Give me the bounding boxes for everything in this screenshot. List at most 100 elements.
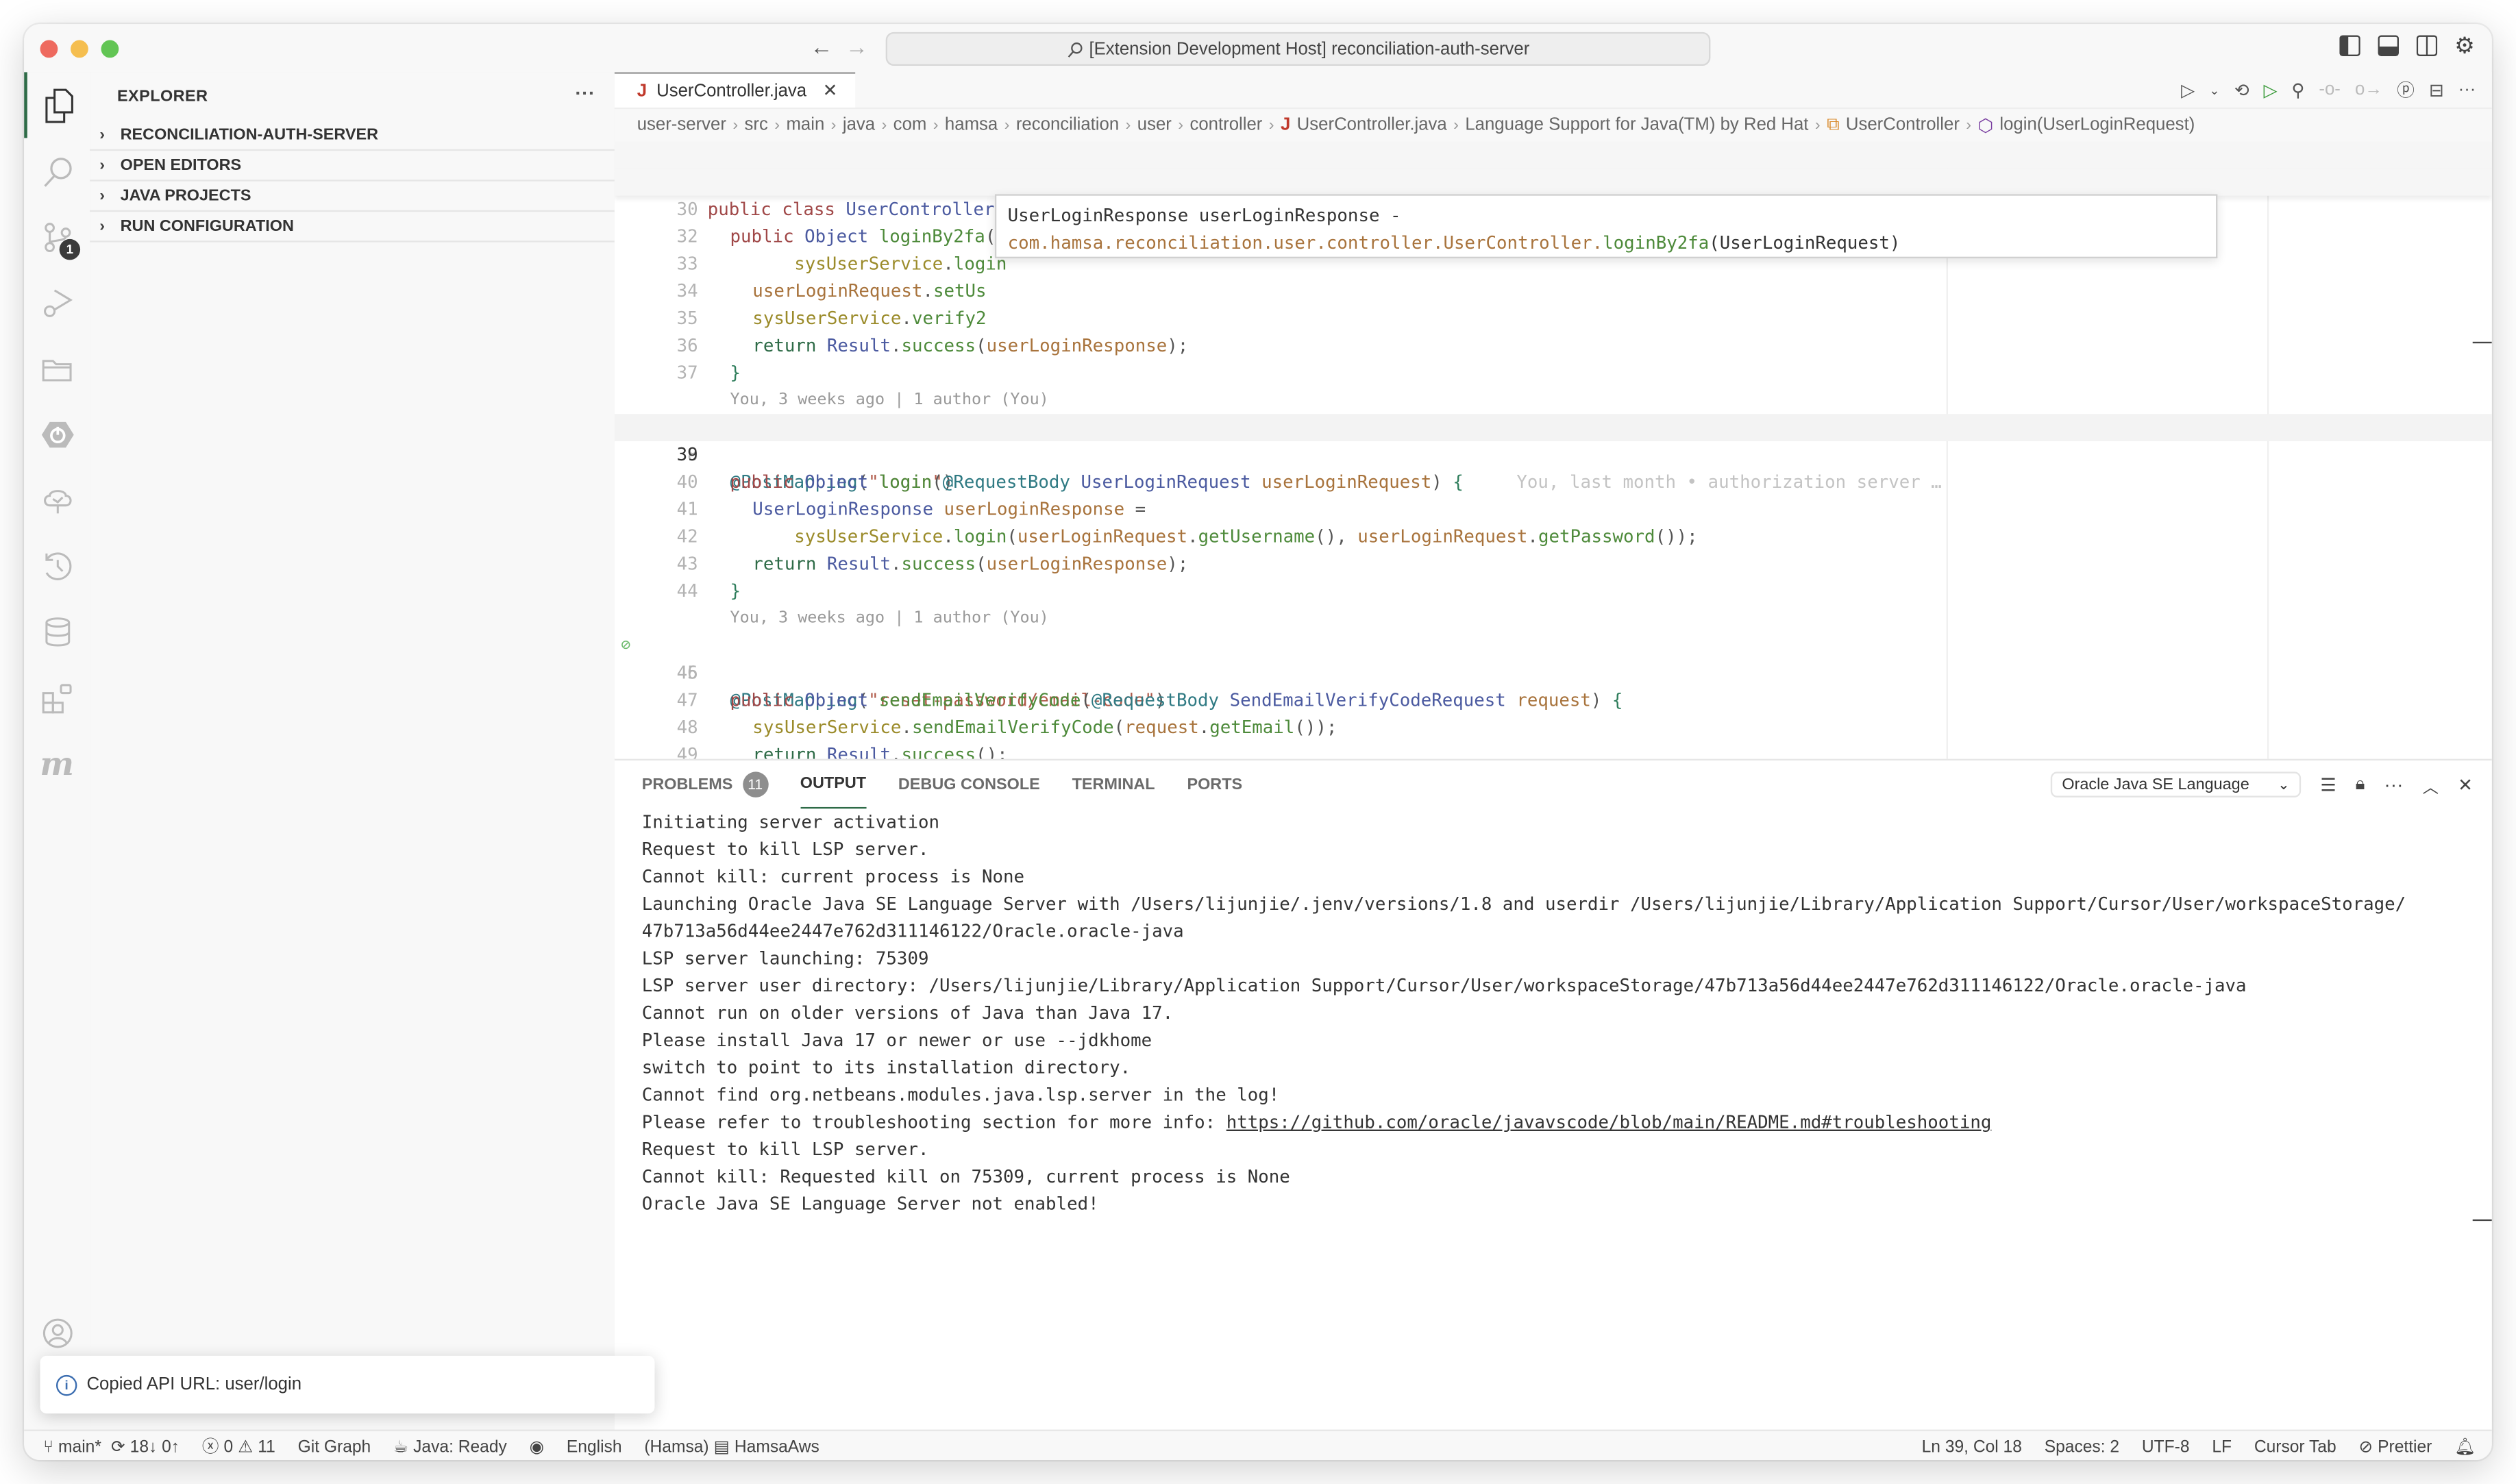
close-panel-icon[interactable]: ✕ (2458, 774, 2473, 795)
tab-problems[interactable]: PROBLEMS 11 (642, 760, 768, 808)
status-problems[interactable]: ⓧ 0 ⚠ 11 (202, 1435, 275, 1459)
toggle-secondary-sidebar-icon[interactable] (2415, 34, 2437, 56)
breadcrumb-item[interactable]: controller (1189, 116, 1262, 135)
breadcrumb-item[interactable]: user (1137, 116, 1172, 135)
activity-folders[interactable] (24, 335, 90, 401)
run-dropdown-chevron-icon[interactable]: ⌄ (2209, 83, 2220, 97)
status-git-graph[interactable]: Git Graph (298, 1437, 371, 1456)
breadcrumb-item[interactable]: main (786, 116, 824, 135)
status-indentation[interactable]: Spaces: 2 (2045, 1437, 2119, 1456)
tab-output[interactable]: OUTPUT (800, 760, 867, 809)
maximize-panel-icon[interactable]: ︿ (2423, 773, 2439, 797)
notifications-bell[interactable]: 🔔︎ (2454, 1436, 2476, 1457)
code-line-current[interactable]: 39 public Object login(@RequestBody User… (614, 414, 2492, 493)
code-line[interactable]: 41 sysUserService.login(userLoginRequest… (615, 469, 2492, 547)
status-aws-profile[interactable]: (Hamsa) ▤ HamsaAws (644, 1437, 819, 1456)
code-line[interactable]: ⊘ 38 @PostMapping("login") (615, 386, 2492, 493)
activity-search[interactable] (24, 138, 90, 203)
breadcrumb-item[interactable]: Language Support for Java(TM) by Red Hat (1465, 116, 1808, 135)
settings-gear-icon[interactable]: ⚙ (2454, 32, 2476, 57)
breadcrumb-item[interactable]: java (843, 116, 875, 135)
clear-output-icon[interactable]: ☰ (2320, 774, 2336, 795)
toggle-primary-sidebar-icon[interactable] (2338, 34, 2360, 56)
forward-arrow-icon[interactable]: → (846, 34, 868, 59)
git-compare-icon[interactable]: ⚲ (2291, 79, 2304, 100)
breadcrumb-item[interactable]: UserController.java (1297, 116, 1447, 135)
code-line[interactable]: 40 UserLoginResponse userLoginResponse = (615, 441, 2492, 519)
status-cursor-tab[interactable]: Cursor Tab (2254, 1437, 2336, 1456)
activity-database[interactable] (24, 598, 90, 664)
explorer-more-actions-icon[interactable]: ··· (575, 82, 595, 104)
sticky-line[interactable]: 17 public class UserController { You, la… (614, 141, 2492, 220)
status-sync[interactable]: ⟳ 18↓ 0↑ (111, 1437, 180, 1456)
more-actions-icon[interactable]: ··· (2384, 774, 2403, 796)
status-cursor-position[interactable]: Ln 39, Col 18 (1922, 1437, 2022, 1456)
command-center-search[interactable]: [Extension Development Host] reconciliat… (885, 32, 1711, 66)
timeline-history-icon[interactable]: ⟲ (2234, 79, 2249, 100)
git-commit-icon[interactable]: -o- (2319, 80, 2341, 99)
code-line[interactable]: 47 sysUserService.sendEmailVerifyCode(re… (615, 659, 2492, 738)
code-line[interactable]: 42 return Result.success(userLoginRespon… (615, 496, 2492, 574)
status-prettier[interactable]: ⊘ Prettier (2358, 1437, 2432, 1456)
codelens[interactable]: You, 3 weeks ago | 1 author (You) (615, 360, 2492, 409)
breadcrumb-item[interactable]: reconciliation (1016, 116, 1119, 135)
code-line[interactable]: 36 } (615, 305, 2492, 383)
activity-explorer[interactable] (24, 72, 90, 138)
section-reconciliation-auth-server[interactable]: › RECONCILIATION-AUTH-SERVER (90, 121, 615, 151)
code-line[interactable]: 50 (615, 741, 2492, 760)
activity-m-extension[interactable]: m (24, 730, 90, 796)
code-line[interactable]: 49 } (615, 714, 2492, 760)
run-green-icon[interactable]: ▷ (2264, 79, 2278, 100)
tab-debug-console[interactable]: DEBUG CONSOLE (898, 760, 1040, 808)
output-log[interactable]: Initiating server activation Request to … (615, 808, 2492, 1217)
breadcrumb-item[interactable]: src (745, 116, 768, 135)
section-java-projects[interactable]: › JAVA PROJECTS (90, 182, 615, 212)
breadcrumb-item[interactable]: login(UserLoginRequest) (1999, 116, 2195, 135)
status-branch[interactable]: ⑂ main* (43, 1437, 101, 1456)
output-channel-select[interactable]: Oracle Java SE Language ⌄ (2050, 771, 2302, 797)
git-graph-icon[interactable]: ⓟ (2397, 77, 2415, 102)
code-editor[interactable]: 17 public class UserController { You, la… (614, 141, 2492, 761)
lock-scroll-icon[interactable]: 🔒︎ (2356, 774, 2365, 795)
back-arrow-icon[interactable]: ← (811, 34, 833, 59)
breadcrumb-item[interactable]: com (893, 116, 927, 135)
run-java-icon[interactable]: ▷ (2181, 79, 2195, 100)
activity-run-debug[interactable] (24, 269, 90, 335)
code-line[interactable]: 44 (615, 550, 2492, 602)
status-encoding[interactable]: UTF-8 (2142, 1437, 2190, 1456)
activity-source-control[interactable]: 1 (24, 203, 90, 269)
code-line[interactable]: 46 public Object sendEmailVerifyCode(@Re… (615, 632, 2492, 710)
close-window-button[interactable] (40, 40, 58, 58)
code-line[interactable]: ⊘ 45 @PostMapping("reset-password/email-… (615, 605, 2492, 711)
notification-toast[interactable]: i Copied API URL: user/login (40, 1355, 655, 1414)
breadcrumb-item[interactable]: user-server (637, 116, 726, 135)
tab-terminal[interactable]: TERMINAL (1072, 760, 1155, 808)
activity-extensions[interactable] (24, 665, 90, 730)
more-actions-icon[interactable]: ··· (2458, 80, 2476, 99)
section-run-configuration[interactable]: › RUN CONFIGURATION (90, 212, 615, 243)
tab-user-controller[interactable]: J UserController.java ✕ (614, 72, 856, 108)
activity-tree-check[interactable] (24, 467, 90, 532)
status-java[interactable]: ☕︎ Java: Ready (393, 1437, 507, 1456)
tab-ports[interactable]: PORTS (1187, 760, 1242, 808)
split-editor-icon[interactable]: ⊟ (2429, 79, 2444, 100)
status-broadcast[interactable]: ◉ (530, 1437, 544, 1456)
minimize-window-button[interactable] (71, 40, 88, 58)
troubleshooting-link[interactable]: https://github.com/oracle/javavscode/blo… (1226, 1112, 1992, 1133)
breadcrumb-item[interactable]: UserController (1846, 116, 1960, 135)
status-language[interactable]: English (567, 1437, 622, 1456)
toggle-panel-icon[interactable] (2376, 34, 2399, 56)
section-open-editors[interactable]: › OPEN EDITORS (90, 151, 615, 182)
codelens[interactable]: You, 3 weeks ago | 1 author (You) (615, 578, 2492, 628)
sticky-line[interactable]: 30 public Object loginBy2fa(@RequestBody… (614, 168, 2492, 247)
code-line[interactable]: 43 } (615, 523, 2492, 602)
code-line[interactable]: 48 return Result.success(); (615, 687, 2492, 760)
close-tab-icon[interactable]: ✕ (823, 80, 838, 101)
activity-spring-boot[interactable] (24, 401, 90, 467)
activity-timeline[interactable] (24, 532, 90, 598)
status-eol[interactable]: LF (2212, 1437, 2232, 1456)
code-line[interactable]: 37 (615, 332, 2492, 383)
maximize-window-button[interactable] (101, 40, 119, 58)
git-next-icon[interactable]: o→ (2355, 80, 2382, 99)
breadcrumb-item[interactable]: hamsa (945, 116, 998, 135)
